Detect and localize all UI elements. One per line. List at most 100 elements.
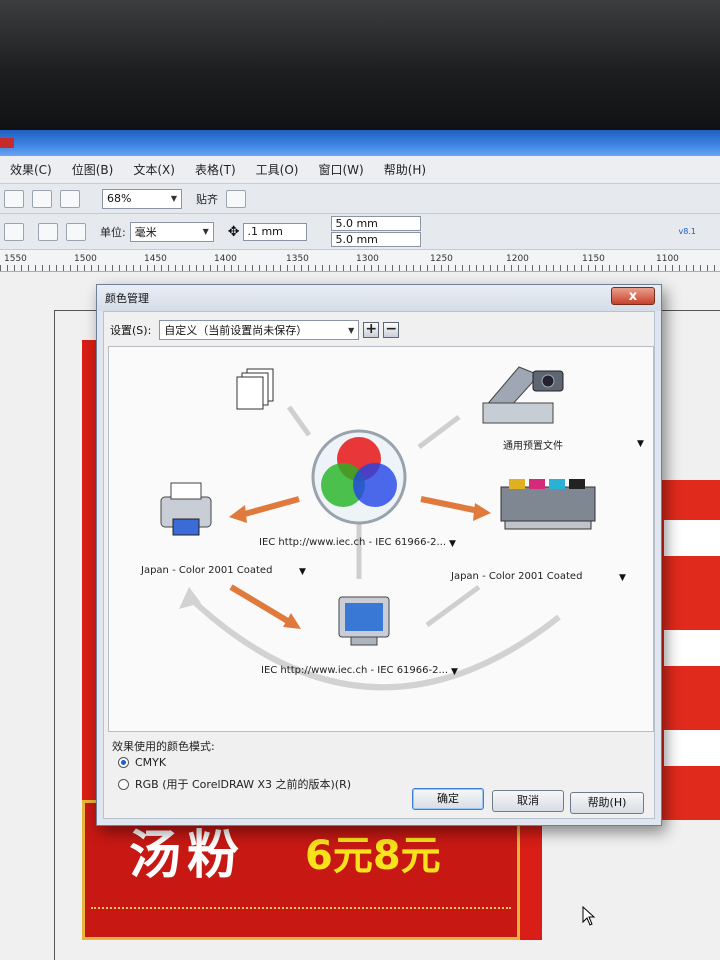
cmyk-radio[interactable] <box>118 757 129 768</box>
menu-table[interactable]: 表格(T) <box>185 161 246 178</box>
sign-price-text: 6元8元 <box>305 833 441 879</box>
ruler-tick: 1250 <box>430 254 453 264</box>
ruler-scale <box>0 265 720 271</box>
printer-profile-label: Japan - Color 2001 Coated <box>141 565 273 576</box>
rgb-radio-row[interactable]: RGB (用于 CorelDRAW X3 之前的版本)(R) <box>118 776 351 792</box>
chevron-down-icon: ▼ <box>348 325 355 335</box>
chevron-down-icon: ▼ <box>202 227 209 236</box>
zoom-select[interactable]: 68% ▼ <box>102 188 182 209</box>
text-stroke <box>664 630 720 666</box>
horizontal-ruler[interactable]: 1550 1500 1450 1400 1350 1300 1250 1200 … <box>0 250 720 272</box>
units-select[interactable]: 毫米 ▼ <box>129 221 214 242</box>
add-preset-button[interactable]: + <box>363 322 380 338</box>
dialog-title-bar[interactable]: 颜色管理 <box>97 285 661 311</box>
mouse-cursor-icon <box>582 906 596 926</box>
menu-effects[interactable]: 效果(C) <box>0 161 62 178</box>
snap-to-button[interactable]: 贴齐 <box>196 191 218 207</box>
cancel-button[interactable]: 取消 <box>492 790 564 812</box>
arrowhead <box>473 503 491 521</box>
printer-profile-dropdown[interactable]: ▼ <box>299 567 306 577</box>
ok-button[interactable]: 确定 <box>412 788 484 810</box>
ruler-tick: 1100 <box>656 254 679 264</box>
monitor-bezel <box>0 0 720 130</box>
settings-row: 设置(S): 自定义（当前设置尚未保存） ▼ + − <box>110 320 400 340</box>
press-profile-dropdown[interactable]: ▼ <box>619 573 626 583</box>
printer-icon <box>160 482 212 536</box>
close-button[interactable]: x <box>611 287 655 305</box>
scanner-profile-label: 通用预置文件 <box>503 441 563 452</box>
nudge-distance-input[interactable]: .1 mm <box>243 222 308 241</box>
duplicate-distance-group: 5.0 mm 5.0 mm <box>331 216 422 247</box>
ruler-tick: 1150 <box>582 254 605 264</box>
ruler-tick: 1400 <box>214 254 237 264</box>
rgb-radio[interactable] <box>118 778 129 790</box>
portrait-icon[interactable] <box>4 222 24 241</box>
nudge-value: .1 mm <box>247 225 283 238</box>
ruler-tick: 1200 <box>506 254 529 264</box>
monitor-profile-dropdown[interactable]: ▼ <box>451 667 458 677</box>
all-pages-icon[interactable] <box>38 222 58 241</box>
menu-help[interactable]: 帮助(H) <box>374 161 436 178</box>
scanner-profile-dropdown[interactable]: ▼ <box>637 439 644 449</box>
settings-value: 自定义（当前设置尚未保存） <box>164 324 308 337</box>
menu-window[interactable]: 窗口(W) <box>308 161 373 178</box>
printing-press-icon <box>500 479 596 530</box>
sign-text-fragment[interactable] <box>654 480 720 820</box>
ruler-tick: 1350 <box>286 254 309 264</box>
documents-icon <box>236 368 274 410</box>
monitor-profile-label: IEC http://www.iec.ch - IEC 61966-2... <box>261 665 449 676</box>
text-stroke <box>664 730 720 766</box>
dialog-body: 设置(S): 自定义（当前设置尚未保存） ▼ + − 通用预置文件 ▼ IEC … <box>103 311 655 819</box>
ruler-tick: 1500 <box>74 254 97 264</box>
documents-arrow <box>286 405 312 437</box>
scanner-arrow <box>417 415 461 449</box>
input-profile-dropdown[interactable]: ▼ <box>449 539 456 549</box>
ruler-tick: 1550 <box>4 254 27 264</box>
options-icon[interactable] <box>226 189 246 208</box>
monitor-icon <box>338 596 390 646</box>
center-to-printer-arrow <box>240 496 300 518</box>
app-launcher-icon[interactable] <box>60 189 80 208</box>
color-management-dialog: 颜色管理 x 设置(S): 自定义（当前设置尚未保存） ▼ + − 通用预置文件… <box>96 284 662 826</box>
menu-tools[interactable]: 工具(O) <box>246 161 309 178</box>
chevron-down-icon: ▼ <box>170 194 177 203</box>
zoom-value: 68% <box>107 192 132 205</box>
dialog-title: 颜色管理 <box>105 292 149 305</box>
effects-color-mode-label: 效果使用的颜色模式: <box>112 740 215 753</box>
color-wheel-icon <box>311 429 407 525</box>
standard-toolbar: 68% ▼ 贴齐 <box>0 184 720 214</box>
current-page-icon[interactable] <box>66 222 86 241</box>
import-icon[interactable] <box>4 189 24 208</box>
center-to-press-arrow <box>420 496 480 514</box>
remove-preset-button[interactable]: − <box>383 322 400 338</box>
property-bar: 单位: 毫米 ▼ ✥ .1 mm 5.0 mm 5.0 mm v8.1 <box>0 214 720 250</box>
settings-select[interactable]: 自定义（当前设置尚未保存） ▼ <box>159 320 360 340</box>
help-button[interactable]: 帮助(H) <box>570 792 644 814</box>
menu-text[interactable]: 文本(X) <box>123 161 185 178</box>
color-workflow-diagram: 通用预置文件 ▼ IEC http://www.iec.ch - IEC 619… <box>108 346 654 732</box>
input-profile-label: IEC http://www.iec.ch - IEC 61966-2... <box>259 537 447 548</box>
nudge-icon: ✥ <box>227 223 240 240</box>
scanner-icon <box>482 366 564 424</box>
app-icon <box>0 138 14 148</box>
app-title-bar <box>0 130 720 156</box>
units-label: 单位: <box>100 225 126 239</box>
duplicate-x-value: 5.0 mm <box>335 217 378 230</box>
press-profile-label: Japan - Color 2001 Coated <box>451 571 583 582</box>
ruler-tick: 1300 <box>356 254 379 264</box>
rgb-label: RGB (用于 CorelDRAW X3 之前的版本)(R) <box>135 778 352 791</box>
menu-bitmaps[interactable]: 位图(B) <box>62 161 124 178</box>
duplicate-y-value: 5.0 mm <box>335 233 378 246</box>
press-to-monitor-arrow <box>425 584 481 628</box>
duplicate-y-input[interactable]: 5.0 mm <box>331 232 422 247</box>
text-stroke <box>664 520 720 556</box>
version-badge: v8.1 <box>678 227 696 236</box>
export-icon[interactable] <box>32 189 52 208</box>
ornament-border <box>91 907 511 933</box>
arrowhead <box>229 505 247 523</box>
cmyk-radio-row[interactable]: CMYK <box>118 756 166 769</box>
duplicate-x-input[interactable]: 5.0 mm <box>331 216 422 231</box>
menu-bar: 效果(C) 位图(B) 文本(X) 表格(T) 工具(O) 窗口(W) 帮助(H… <box>0 156 720 184</box>
units-value: 毫米 <box>134 225 157 239</box>
cmyk-label: CMYK <box>135 756 167 769</box>
